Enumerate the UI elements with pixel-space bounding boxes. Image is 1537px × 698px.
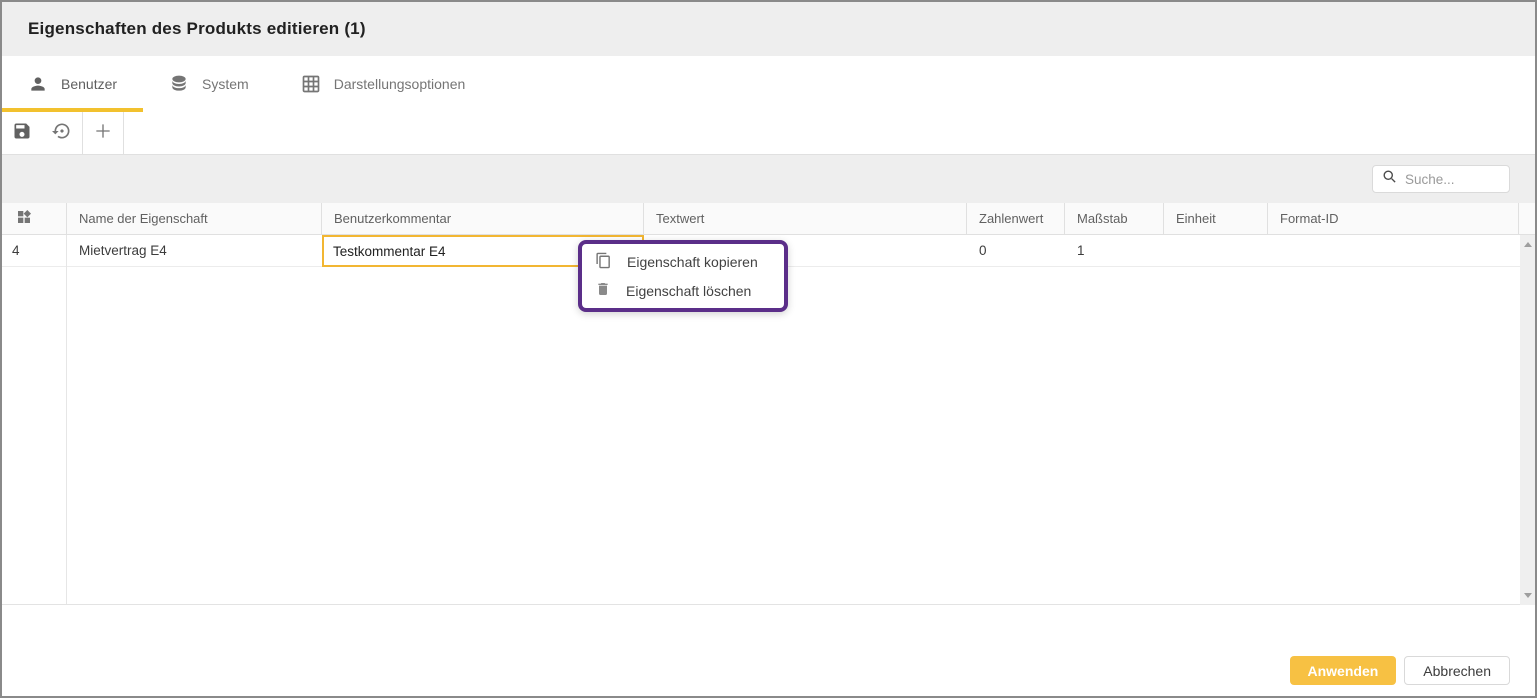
row-index-cell: 4 [2,235,67,266]
row-massstab-cell[interactable]: 1 [1065,235,1164,266]
properties-grid: Name der Eigenschaft Benutzerkommentar T… [2,203,1535,605]
column-header-textwert[interactable]: Textwert [644,203,967,234]
handle-column-divider [66,235,67,604]
column-header-format-id[interactable]: Format-ID [1268,203,1519,234]
row-zahlenwert-cell[interactable]: 0 [967,235,1065,266]
column-header-handle[interactable] [2,203,67,234]
tab-system[interactable]: System [143,56,275,112]
edit-product-properties-dialog: Eigenschaften des Produkts editieren (1)… [0,0,1537,698]
toolbar [2,112,1535,155]
menu-item-copy-label: Eigenschaft kopieren [627,254,758,270]
search-box[interactable] [1372,165,1510,193]
copy-icon [595,252,612,272]
row-format-id-cell[interactable] [1268,235,1519,266]
column-header-name[interactable]: Name der Eigenschaft [67,203,322,234]
tab-benutzer-label: Benutzer [61,76,117,92]
cancel-button[interactable]: Abbrechen [1404,656,1510,685]
menu-item-copy-property[interactable]: Eigenschaft kopieren [582,247,784,276]
trash-icon [595,281,611,300]
restore-button[interactable] [42,112,82,154]
tab-bar: Benutzer System Darstellungsoptionen [2,56,1535,112]
tab-darstellungsoptionen-label: Darstellungsoptionen [334,76,466,92]
dialog-footer: Anwenden Abbrechen [2,605,1535,696]
apply-button[interactable]: Anwenden [1290,656,1397,685]
grid-icon [301,74,321,94]
scroll-down-icon[interactable] [1524,593,1532,598]
search-icon [1382,169,1397,189]
search-input[interactable] [1405,172,1500,187]
vertical-scrollbar[interactable] [1520,235,1535,605]
column-header-benutzerkommentar[interactable]: Benutzerkommentar [322,203,644,234]
save-icon [12,121,32,146]
column-header-einheit[interactable]: Einheit [1164,203,1268,234]
row-name-cell[interactable]: Mietvertrag E4 [67,235,322,266]
save-button[interactable] [2,112,42,154]
database-icon [169,74,189,94]
column-header-massstab[interactable]: Maßstab [1065,203,1164,234]
grid-handle-icon [16,209,32,228]
filter-bar [2,155,1535,203]
tab-benutzer[interactable]: Benutzer [2,56,143,112]
context-menu: Eigenschaft kopieren Eigenschaft löschen [578,240,788,312]
scroll-up-icon[interactable] [1524,242,1532,247]
toolbar-separator [123,112,124,154]
menu-item-delete-property[interactable]: Eigenschaft löschen [582,276,784,305]
dialog-title: Eigenschaften des Produkts editieren (1) [28,19,366,39]
menu-item-delete-label: Eigenschaft löschen [626,283,751,299]
tab-darstellungsoptionen[interactable]: Darstellungsoptionen [275,56,492,112]
header-scrollbar-spacer [1519,203,1535,234]
person-icon [28,74,48,94]
plus-icon [93,121,113,146]
add-property-button[interactable] [83,112,123,154]
restore-icon [52,121,72,146]
dialog-title-bar: Eigenschaften des Produkts editieren (1) [2,2,1535,56]
row-einheit-cell[interactable] [1164,235,1268,266]
tab-system-label: System [202,76,249,92]
grid-header-row: Name der Eigenschaft Benutzerkommentar T… [2,203,1535,235]
column-header-zahlenwert[interactable]: Zahlenwert [967,203,1065,234]
